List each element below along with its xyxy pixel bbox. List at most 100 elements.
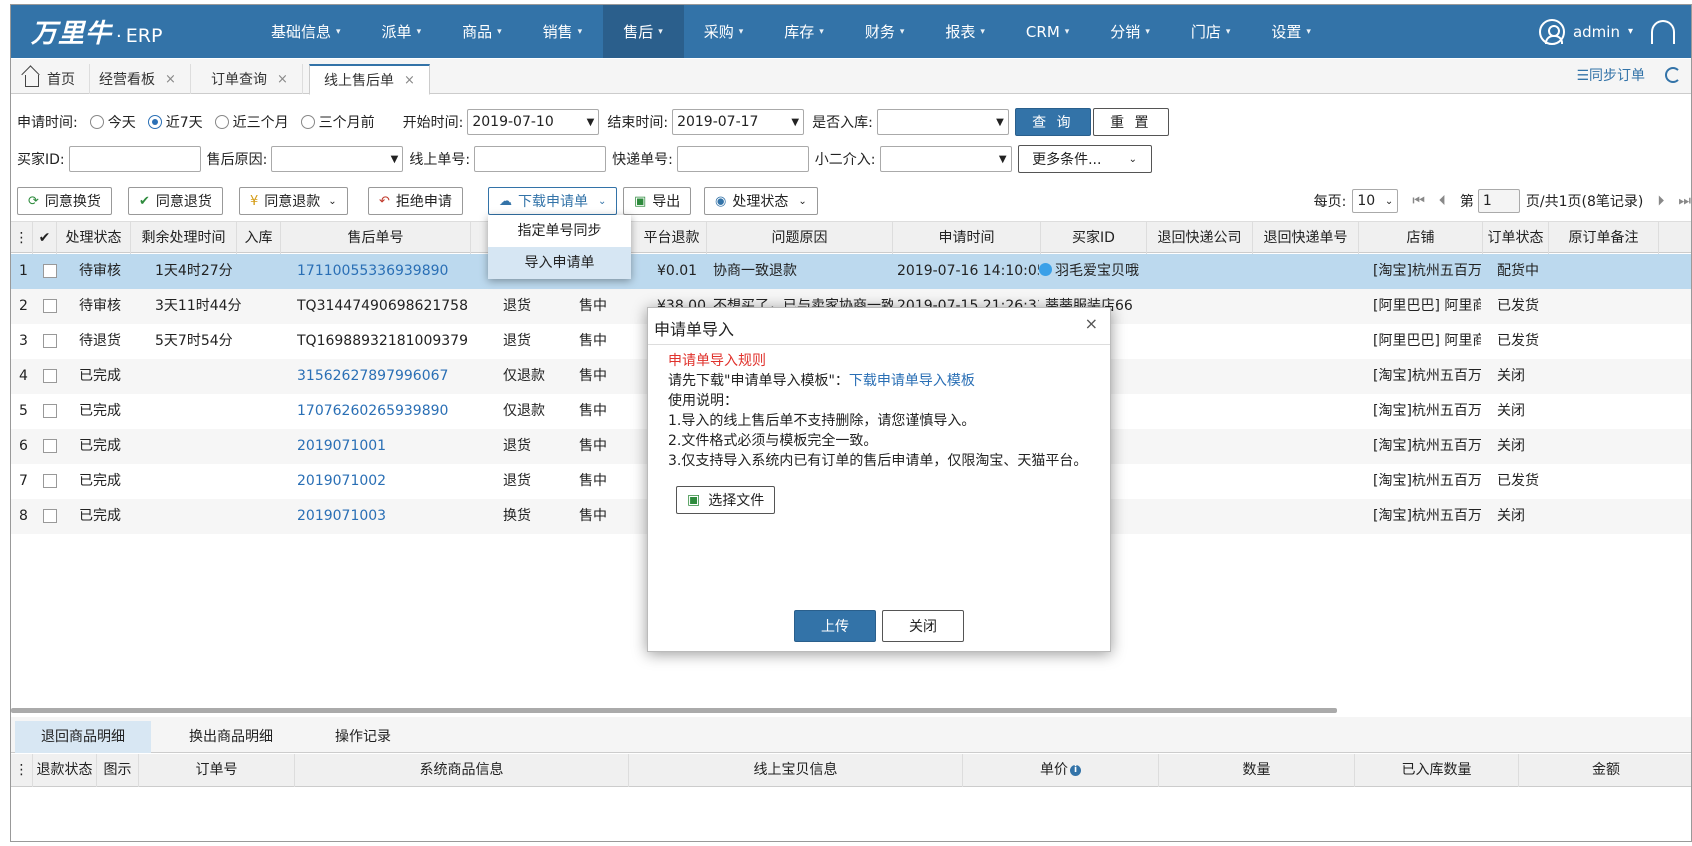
col-status[interactable]: 处理状态 — [57, 222, 131, 254]
row-checkbox[interactable] — [43, 499, 63, 534]
menu-item-inventory[interactable]: 库存 ▾ — [764, 5, 845, 58]
row-checkbox[interactable] — [43, 324, 63, 359]
checkbox[interactable] — [43, 334, 57, 348]
menu-item-crm[interactable]: CRM ▾ — [1006, 5, 1090, 58]
headset-icon[interactable] — [1651, 19, 1675, 44]
col-order-status[interactable]: 订单状态 — [1483, 222, 1549, 254]
checkbox[interactable] — [43, 264, 57, 278]
col-apply-time[interactable]: 申请时间 — [893, 222, 1041, 254]
agree-return-button[interactable]: ✔ 同意退货 — [128, 187, 223, 215]
checkbox[interactable] — [43, 439, 57, 453]
menu-item-report[interactable]: 报表 ▾ — [925, 5, 1006, 58]
col-platform-refund[interactable]: 平台退款 — [637, 222, 707, 254]
radio-today[interactable]: 今天 — [89, 112, 136, 132]
reject-button[interactable]: ↶ 拒绝申请 — [368, 187, 463, 215]
column-menu-icon[interactable]: ⋮ — [11, 754, 33, 787]
col-remaining[interactable]: 剩余处理时间 — [131, 222, 237, 254]
online-no-input[interactable] — [474, 146, 607, 172]
buyer-id-input[interactable] — [68, 146, 201, 172]
menu-item-settings[interactable]: 设置 ▾ — [1251, 5, 1332, 58]
close-button[interactable]: 关闭 — [882, 610, 964, 642]
refresh-icon[interactable] — [1665, 67, 1681, 83]
menu-item-import-request[interactable]: 导入申请单 — [488, 247, 631, 279]
download-template-link[interactable]: 下载申请单导入模板 — [849, 373, 975, 389]
express-no-input[interactable] — [676, 146, 809, 172]
tab-order-query[interactable]: 订单查询 × — [197, 64, 303, 94]
col-stocked[interactable]: 入库 — [237, 222, 281, 254]
menu-item-finance[interactable]: 财务 ▾ — [845, 5, 926, 58]
wangwang-icon[interactable] — [1039, 263, 1052, 276]
checkbox[interactable] — [43, 369, 57, 383]
end-date-select[interactable]: 2019-07-17 ▼ — [672, 109, 805, 135]
col-shop[interactable]: 店铺 — [1359, 222, 1483, 254]
menu-item-sales[interactable]: 销售 ▾ — [523, 5, 604, 58]
col-aftersale-no[interactable]: 售后单号 — [281, 222, 471, 254]
row-checkbox[interactable] — [43, 359, 63, 394]
close-icon[interactable]: × — [277, 72, 288, 87]
process-status-button[interactable]: ◉ 处理状态 ⌄ — [704, 187, 818, 215]
query-button[interactable]: 查 询 — [1014, 108, 1091, 136]
row-checkbox[interactable] — [43, 289, 63, 324]
col-return-express[interactable]: 退回快递公司 — [1147, 222, 1253, 254]
col-return-express-no[interactable]: 退回快递单号 — [1253, 222, 1359, 254]
close-icon[interactable]: × — [404, 73, 415, 88]
col-buyer-id[interactable]: 买家ID — [1041, 222, 1147, 254]
reason-select[interactable]: ▼ — [271, 146, 404, 172]
tab-online-aftersale[interactable]: 线上售后单 × — [309, 64, 430, 95]
menu-item-aftersale[interactable]: 售后 ▾ — [603, 5, 684, 58]
download-request-button[interactable]: ☁ 下载申请单 ⌄ — [488, 187, 618, 215]
export-button[interactable]: ▣ 导出 — [623, 187, 692, 215]
last-page-icon[interactable]: ⏭ — [1678, 193, 1691, 209]
menu-item-sync-by-no[interactable]: 指定单号同步 — [488, 215, 631, 247]
stocked-select[interactable]: ▼ — [876, 109, 1009, 135]
menu-item-goods[interactable]: 商品 ▾ — [442, 5, 523, 58]
cell-order-no[interactable]: 2019071001 — [297, 429, 477, 464]
row-checkbox[interactable] — [43, 394, 63, 429]
cell-order-no[interactable]: 31562627897996067 — [297, 359, 477, 394]
column-menu-icon[interactable]: ⋮ — [11, 222, 33, 254]
col-reason[interactable]: 问题原因 — [707, 222, 893, 254]
row-checkbox[interactable] — [43, 254, 63, 289]
checkbox[interactable] — [43, 509, 57, 523]
more-conditions-button[interactable]: 更多条件... ⌄ — [1017, 145, 1152, 173]
select-all-checkbox[interactable]: ✔ — [33, 222, 57, 254]
upload-button[interactable]: 上传 — [794, 610, 876, 642]
col-remark[interactable]: 原订单备注 — [1549, 222, 1659, 254]
tab-dashboard[interactable]: 经营看板 × — [85, 64, 191, 94]
cell-order-no[interactable]: 17076260265939890 — [297, 394, 477, 429]
radio-before-3-months[interactable]: 三个月前 — [300, 112, 375, 132]
cell-order-no[interactable]: 2019071003 — [297, 499, 477, 534]
first-page-icon[interactable]: ⏮ — [1412, 193, 1425, 209]
per-page-select[interactable]: 10 ⌄ — [1352, 189, 1399, 213]
menu-item-basic[interactable]: 基础信息 ▾ — [251, 5, 362, 58]
tab-home[interactable]: 首页 — [11, 64, 90, 94]
horizontal-scrollbar[interactable] — [11, 708, 1337, 713]
agree-exchange-button[interactable]: ⟳ 同意换货 — [17, 187, 112, 215]
close-icon[interactable]: × — [165, 72, 176, 87]
checkbox[interactable] — [43, 404, 57, 418]
cell-order-no[interactable]: 2019071002 — [297, 464, 477, 499]
tab-return-items[interactable]: 退回商品明细 — [15, 721, 151, 753]
close-icon[interactable]: × — [1085, 314, 1098, 333]
table-row[interactable]: 1 待审核 1天4时27分 17110055336939890 ¥0.01 协商一致退款 2… — [11, 254, 1691, 289]
tab-operation-log[interactable]: 操作记录 — [309, 721, 417, 753]
start-date-select[interactable]: 2019-07-10 ▼ — [467, 109, 600, 135]
menu-item-store[interactable]: 门店 ▾ — [1171, 5, 1252, 58]
prev-page-icon[interactable]: ⏴ — [1439, 193, 1446, 209]
reset-button[interactable]: 重 置 — [1092, 108, 1169, 136]
row-checkbox[interactable] — [43, 464, 63, 499]
choose-file-button[interactable]: ▣ 选择文件 — [676, 486, 776, 514]
menu-item-dispatch[interactable]: 派单 ▾ — [362, 5, 443, 58]
tab-exchange-items[interactable]: 换出商品明细 — [163, 721, 299, 753]
user-menu[interactable]: admin ▾ — [1538, 5, 1675, 58]
checkbox[interactable] — [43, 299, 57, 313]
checkbox[interactable] — [43, 474, 57, 488]
page-input[interactable]: 1 — [1477, 189, 1520, 213]
row-checkbox[interactable] — [43, 429, 63, 464]
cell-order-no[interactable]: 17110055336939890 — [297, 254, 477, 289]
radio-last-7-days[interactable]: 近7天 — [147, 112, 203, 132]
menu-item-purchase[interactable]: 采购 ▾ — [684, 5, 765, 58]
menu-item-distribution[interactable]: 分销 ▾ — [1090, 5, 1171, 58]
xiaoer-select[interactable]: ▼ — [879, 146, 1012, 172]
sync-order-link[interactable]: ☰同步订单 — [1576, 65, 1645, 85]
